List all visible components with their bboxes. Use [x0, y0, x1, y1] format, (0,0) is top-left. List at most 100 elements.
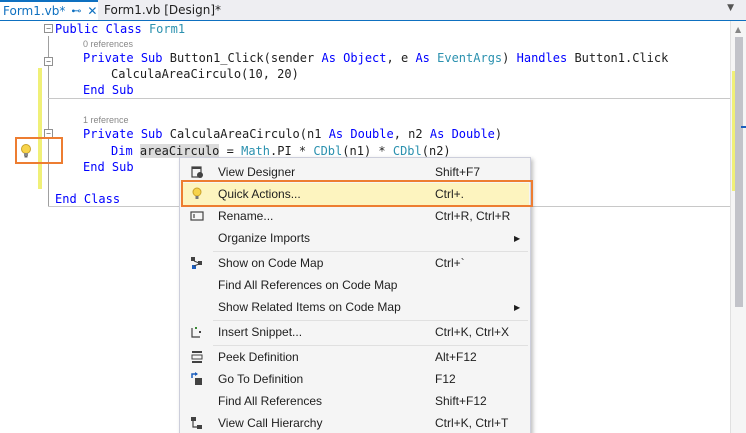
code-line-sub1-body: CalculaAreaCirculo(10, 20)	[111, 67, 299, 81]
menu-item-show-related-items[interactable]: Show Related Items on Code Map ▶	[181, 296, 529, 318]
menu-item-view-call-hierarchy[interactable]: View Call Hierarchy Ctrl+K, Ctrl+T	[181, 412, 529, 433]
identifier: .PI *	[270, 144, 314, 158]
function-name: CDbl	[313, 144, 343, 158]
change-marker	[732, 71, 735, 191]
codelens-references[interactable]: 0 references	[83, 39, 133, 49]
view-designer-icon	[191, 166, 203, 178]
submenu-arrow-icon: ▶	[514, 233, 521, 243]
peek-definition-icon	[191, 351, 203, 363]
menu-item-peek-definition[interactable]: Peek Definition Alt+F12	[181, 346, 529, 368]
identifier: Button1.Click	[574, 51, 669, 65]
keyword: As	[429, 127, 445, 141]
keyword: Public	[55, 22, 99, 36]
punctuation: )	[502, 51, 510, 65]
menu-item-insert-snippet[interactable]: Insert Snippet... Ctrl+K, Ctrl+X	[181, 321, 529, 343]
menu-item-shortcut: Shift+F7	[435, 165, 481, 179]
menu-item-shortcut: Ctrl+K, Ctrl+X	[435, 325, 510, 339]
menu-item-label: View Call Hierarchy	[218, 416, 323, 430]
scrollbar-thumb[interactable]	[735, 37, 743, 307]
vertical-scrollbar[interactable]: ▲	[730, 21, 746, 433]
tab-label: Form1.vb*	[3, 4, 66, 18]
code-line-sub2-body: Dim areaCirculo = Math.PI * CDbl(n1) * C…	[111, 144, 451, 158]
pin-icon[interactable]: ⊷	[71, 6, 81, 17]
punctuation: )	[494, 127, 503, 141]
type-name: Form1	[148, 22, 186, 36]
menu-item-show-on-code-map[interactable]: Show on Code Map Ctrl+`	[181, 252, 529, 274]
caret-marker	[741, 126, 746, 128]
keyword: Class	[83, 192, 121, 206]
keyword: Dim	[111, 144, 133, 158]
keyword: Sub	[140, 127, 163, 141]
collapse-sub-button[interactable]: −	[44, 57, 53, 66]
type-keyword: Double	[350, 127, 394, 141]
menu-item-label: Go To Definition	[218, 372, 304, 386]
menu-item-label: Find All References	[218, 394, 323, 408]
menu-item-shortcut: Shift+F12	[435, 394, 487, 408]
code-line-class-decl: Public Class Form1	[55, 22, 185, 36]
keyword: As	[328, 127, 344, 141]
menu-item-rename[interactable]: Rename... Ctrl+R, Ctrl+R	[181, 205, 529, 227]
code-line-sub1-decl: Private Sub Button1_Click(sender As Obje…	[83, 51, 668, 65]
code-line-end-sub2: End Sub	[83, 160, 134, 174]
keyword: End	[83, 160, 105, 174]
document-tab-strip: Form1.vb* ⊷ ✕ Form1.vb [Design]* ▼	[0, 0, 746, 20]
keyword: End	[55, 192, 77, 206]
lightbulb-icon[interactable]	[20, 143, 32, 159]
identifier: , e	[386, 51, 409, 65]
menu-item-go-to-definition[interactable]: Go To Definition F12	[181, 368, 529, 390]
keyword: As	[415, 51, 430, 65]
identifier: (n2)	[421, 144, 451, 158]
scroll-up-icon[interactable]: ▲	[735, 25, 741, 34]
insert-snippet-icon	[191, 327, 201, 338]
collapse-class-button[interactable]: −	[44, 24, 53, 33]
menu-item-label: Peek Definition	[218, 350, 299, 364]
selected-variable[interactable]: areaCirculo	[139, 144, 220, 158]
keyword: Class	[105, 22, 142, 36]
identifier: Button1_Click(sender	[169, 51, 315, 65]
chevron-down-icon[interactable]: ▼	[727, 3, 734, 13]
tab-label: Form1.vb [Design]*	[104, 3, 222, 17]
keyword: Private	[83, 127, 134, 141]
menu-item-label: Rename...	[218, 209, 274, 223]
tab-form1-vb[interactable]: Form1.vb* ⊷ ✕	[0, 0, 98, 20]
menu-item-label: View Designer	[218, 165, 296, 179]
keyword: Sub	[111, 83, 134, 97]
menu-item-shortcut: Alt+F12	[435, 350, 477, 364]
identifier: , n2	[393, 127, 423, 141]
keyword: Sub	[140, 51, 163, 65]
menu-item-label: Find All References on Code Map	[218, 278, 398, 292]
menu-item-shortcut: Ctrl+R, Ctrl+R	[435, 209, 511, 223]
menu-item-organize-imports[interactable]: Organize Imports ▶	[181, 227, 529, 249]
code-line-sub2-decl: Private Sub CalculaAreaCirculo(n1 As Dou…	[83, 127, 502, 141]
call-hierarchy-icon	[191, 417, 202, 429]
keyword: Sub	[111, 160, 134, 174]
menu-item-shortcut: Ctrl+K, Ctrl+T	[435, 416, 509, 430]
menu-item-shortcut: Ctrl+`	[435, 256, 465, 270]
type-keyword: Object	[343, 51, 387, 65]
menu-item-label: Insert Snippet...	[218, 325, 303, 339]
type-name: EventArgs	[437, 51, 503, 65]
type-name: Math	[241, 144, 270, 158]
menu-item-find-all-references[interactable]: Find All References Shift+F12	[181, 390, 529, 412]
keyword: Handles	[516, 51, 568, 65]
close-icon[interactable]: ✕	[87, 4, 97, 18]
menu-item-label: Organize Imports	[218, 231, 311, 245]
rename-icon	[190, 211, 204, 221]
tab-form1-design[interactable]: Form1.vb [Design]*	[101, 0, 221, 20]
identifier: CalculaAreaCirculo(n1	[169, 127, 322, 141]
menu-item-label: Show on Code Map	[218, 256, 324, 270]
submenu-arrow-icon: ▶	[514, 302, 521, 312]
type-keyword: Double	[451, 127, 495, 141]
keyword: End	[83, 83, 105, 97]
change-indicator-bar	[38, 68, 42, 189]
method-separator	[48, 98, 730, 99]
menu-item-label: Show Related Items on Code Map	[218, 300, 401, 314]
menu-item-find-all-refs-code-map[interactable]: Find All References on Code Map	[181, 274, 529, 296]
operator: =	[219, 144, 242, 158]
codelens-references[interactable]: 1 reference	[83, 115, 129, 125]
keyword: As	[321, 51, 336, 65]
menu-item-shortcut: F12	[435, 372, 456, 386]
keyword: Private	[83, 51, 134, 65]
code-line-end-class: End Class	[55, 192, 120, 206]
go-to-definition-icon	[191, 372, 202, 385]
